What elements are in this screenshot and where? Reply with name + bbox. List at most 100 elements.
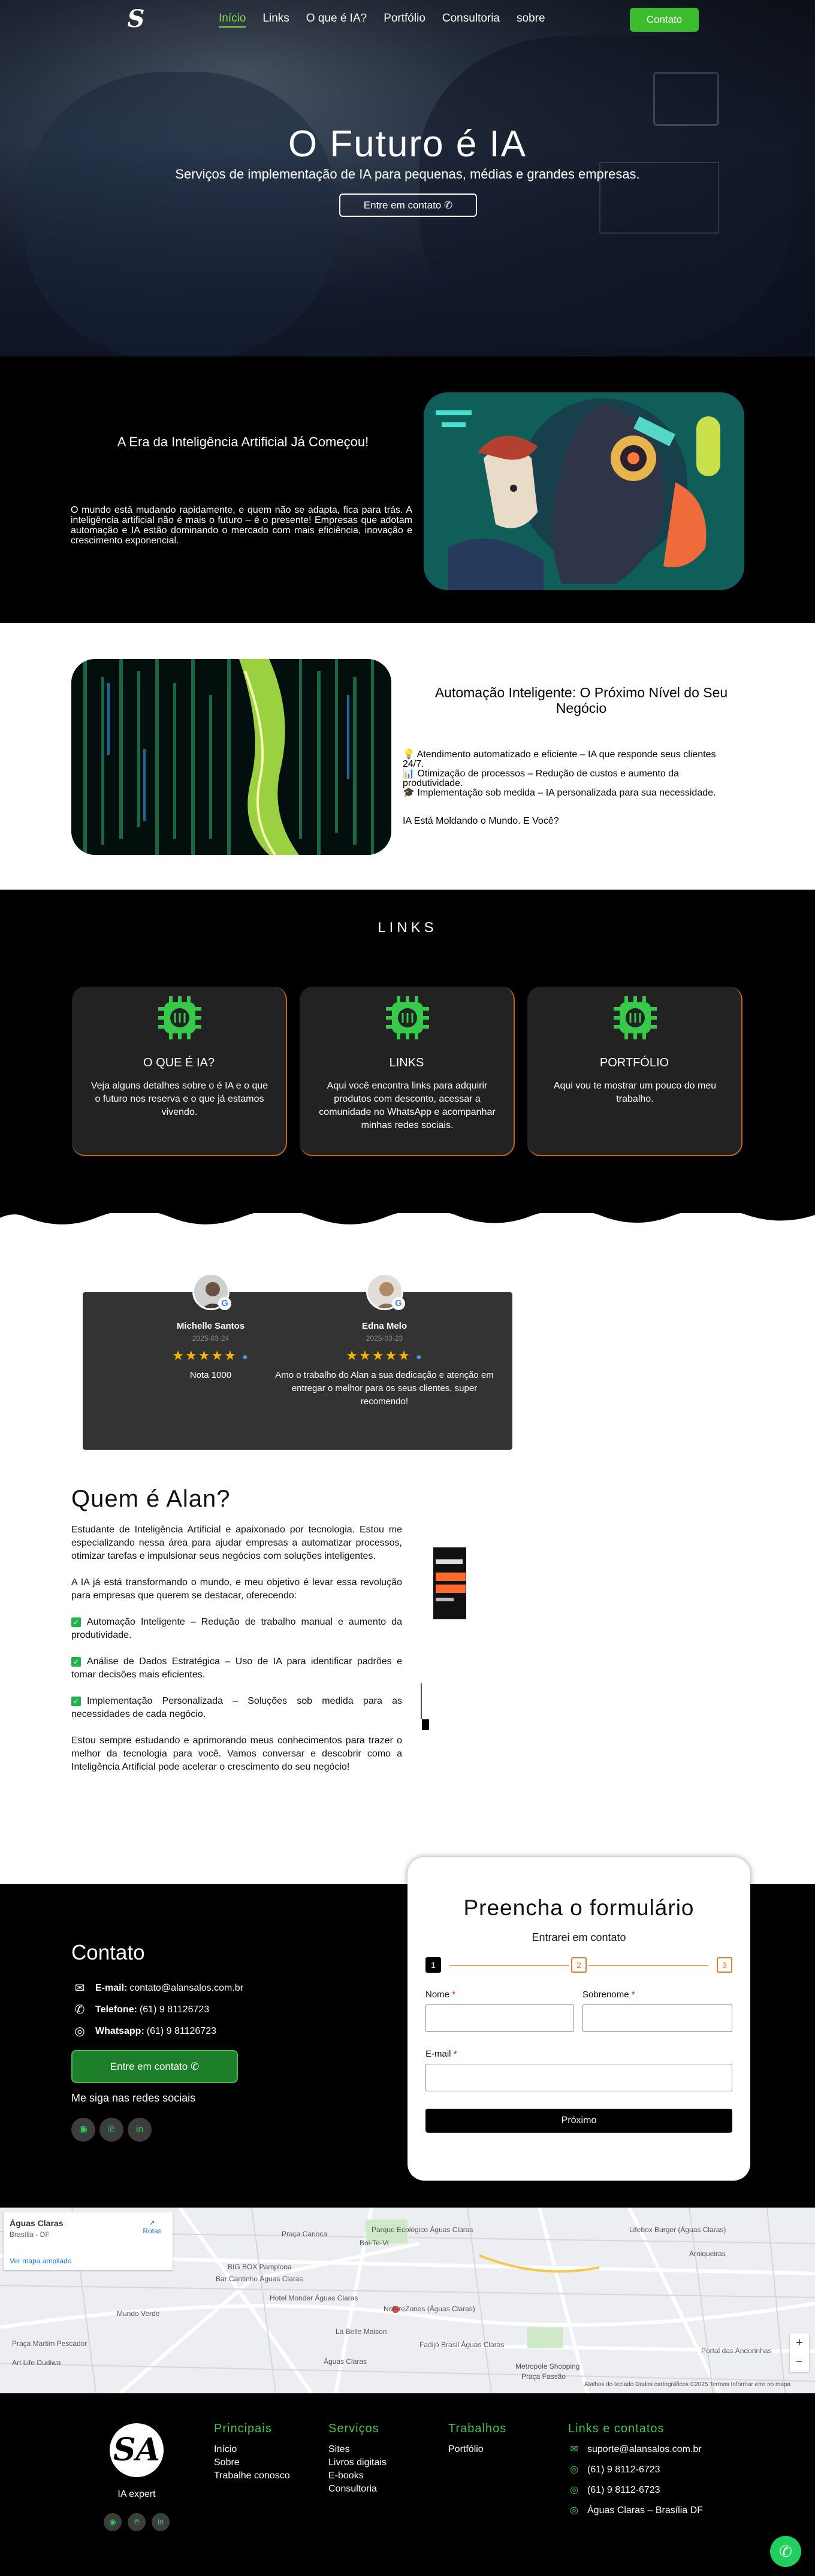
map-place-address: Brasília - DF bbox=[10, 2230, 50, 2239]
site-logo[interactable]: S bbox=[123, 6, 149, 32]
map-directions-button[interactable]: ➚ Rotas bbox=[134, 2218, 170, 2235]
instagram-icon[interactable]: ◉ bbox=[104, 2513, 122, 2531]
nav-link-links[interactable]: Links bbox=[262, 12, 289, 28]
footer-link[interactable]: E-books bbox=[328, 2469, 387, 2483]
contact-value: contato@alansalos.com.br bbox=[129, 1983, 244, 1993]
map-label: Águas Claras bbox=[324, 2357, 367, 2366]
map-embed[interactable]: Praça Carioca Parque Ecológico Águas Cla… bbox=[0, 2208, 815, 2393]
zoom-in-icon[interactable]: + bbox=[790, 2333, 809, 2353]
nav-link-o-que-e-ia[interactable]: O que é IA? bbox=[306, 12, 367, 28]
whatsapp-icon: ◎ bbox=[570, 2505, 578, 2515]
era-text: O mundo está mudando rapidamente, e quem… bbox=[71, 505, 412, 546]
automacao-list: 💡 Atendimento automatizado e eficiente –… bbox=[403, 750, 726, 798]
card-o-que-e-ia[interactable]: O QUE É IA? Veja alguns detalhes sobre o… bbox=[72, 987, 287, 1156]
footer-contact-phone[interactable]: ◎ (61) 9 8112-6723 bbox=[568, 2484, 703, 2497]
form-title: Preencha o formulário bbox=[463, 1895, 695, 1920]
card-portfolio[interactable]: PORTFÓLIO Aqui vou te mostrar um pouco d… bbox=[527, 987, 742, 1156]
footer-link[interactable]: Sites bbox=[328, 2443, 387, 2456]
nav-link-inicio[interactable]: Início bbox=[219, 12, 246, 28]
map-info-box: Águas Claras Brasília - DF ➚ Rotas Ver ma… bbox=[4, 2212, 173, 2270]
check-icon: ✓ bbox=[71, 1697, 81, 1706]
stars-icon: ★★★★★ bbox=[172, 1348, 237, 1363]
footer-contact-address[interactable]: ◎ Águas Claras – Brasília DF bbox=[568, 2504, 703, 2517]
field-label: E-mail bbox=[425, 2049, 451, 2059]
step-3[interactable]: 3 bbox=[717, 1957, 732, 1973]
phone-icon: ✆ bbox=[74, 2003, 85, 2016]
footer-link[interactable]: Consultoria bbox=[328, 2483, 387, 2496]
quem-list-text: Implementação Personalizada – Soluções s… bbox=[71, 1696, 402, 1719]
footer-col-trabalhos: Trabalhos Portfólio bbox=[448, 2422, 506, 2456]
whatsapp-float-button[interactable]: ✆ bbox=[770, 2536, 801, 2567]
zoom-out-icon[interactable]: − bbox=[790, 2353, 809, 2372]
footer-contact-phone[interactable]: ◎ (61) 9 8112-6723 bbox=[568, 2463, 703, 2477]
automacao-item: 🎓 Implementação sob medida – IA personal… bbox=[403, 788, 716, 798]
nav-links: Início Links O que é IA? Portfólio Consu… bbox=[219, 12, 545, 28]
map-zoom-controls[interactable]: + − bbox=[790, 2333, 809, 2372]
automacao-section: Automação Inteligente: O Próximo Nível d… bbox=[0, 623, 815, 890]
mail-icon: ✉ bbox=[74, 1982, 85, 1995]
footer-link[interactable]: Trabalhe conosco bbox=[214, 2469, 290, 2483]
contact-value: (61) 9 81126723 bbox=[139, 2004, 210, 2015]
footer-col-title: Principais bbox=[214, 2422, 272, 2435]
automacao-item: 📊 Otimização de processos – Redução de c… bbox=[403, 769, 680, 788]
review-stars: ★★★★★ ● bbox=[256, 1348, 512, 1363]
linkedin-icon[interactable]: in bbox=[152, 2513, 170, 2531]
contact-button[interactable]: Entre em contato ✆ bbox=[71, 2050, 238, 2083]
decorative-lines bbox=[421, 1683, 429, 1730]
map-label: Lifebox Burger (Águas Claras) bbox=[629, 2226, 726, 2234]
map-label: Praça Fassão bbox=[521, 2372, 566, 2381]
google-icon: G bbox=[392, 1297, 405, 1310]
nav-contato-button[interactable]: Contato bbox=[630, 8, 699, 32]
wave-divider bbox=[0, 1203, 815, 1224]
footer-contact-text: suporte@alansalos.com.br bbox=[587, 2444, 702, 2454]
card-links[interactable]: LINKS Aqui você encontra links para adqu… bbox=[300, 987, 515, 1156]
quem-list-item: ✓ Implementação Personalizada – Soluções … bbox=[71, 1695, 402, 1721]
quem-title: Quem é Alan? bbox=[71, 1486, 231, 1512]
map-label: NoFireZones (Águas Claras) bbox=[384, 2305, 475, 2313]
form-steps: 1 2 3 bbox=[425, 1957, 732, 1974]
nav-link-portfolio[interactable]: Portfólio bbox=[384, 12, 425, 28]
footer-link[interactable]: Portfólio bbox=[448, 2443, 506, 2456]
footer-link[interactable]: Livros digitais bbox=[328, 2456, 387, 2469]
pinterest-icon[interactable]: ℗ bbox=[128, 2513, 146, 2531]
nav-link-consultoria[interactable]: Consultoria bbox=[442, 12, 500, 28]
map-label: Bar Cantinho Águas Claras bbox=[216, 2275, 303, 2283]
footer-contact-email[interactable]: ✉ suporte@alansalos.com.br bbox=[568, 2443, 703, 2456]
contact-whatsapp[interactable]: ◎ Whatsapp: (61) 9 81126723 bbox=[71, 2024, 216, 2039]
quem-paragraph: Estudante de Inteligência Artificial e a… bbox=[71, 1525, 402, 1561]
pinterest-icon[interactable]: ℗ bbox=[99, 2118, 123, 2142]
chip-icon bbox=[386, 996, 429, 1039]
map-larger-link[interactable]: Ver mapa ampliado bbox=[10, 2257, 71, 2265]
map-label: Praça Martim Pescador bbox=[12, 2339, 87, 2348]
reviewer-name: Edna Melo bbox=[361, 1321, 407, 1331]
google-icon: G bbox=[218, 1297, 231, 1310]
hero-contact-button[interactable]: Entre em contato ✆ bbox=[339, 193, 477, 217]
map-label: Parque Ecológico Águas Claras bbox=[372, 2226, 473, 2234]
map-label: Mundo Verde bbox=[117, 2309, 160, 2318]
footer-logo[interactable]: SA bbox=[110, 2423, 164, 2477]
matrix-code-image bbox=[71, 659, 391, 855]
chip-icon bbox=[158, 996, 201, 1039]
top-nav: S Início Links O que é IA? Portfólio Con… bbox=[0, 0, 815, 38]
email-input[interactable] bbox=[425, 2064, 732, 2091]
footer-link[interactable]: Sobre bbox=[214, 2456, 290, 2469]
contact-label: E-mail: bbox=[95, 1983, 128, 1993]
contact-email[interactable]: ✉ E-mail: contato@alansalos.com.br bbox=[71, 1981, 243, 1996]
sobrenome-label: Sobrenome * bbox=[582, 1990, 635, 2000]
nome-input[interactable] bbox=[425, 2004, 574, 2032]
contact-label: Telefone: bbox=[95, 2004, 137, 2015]
footer-link[interactable]: Início bbox=[214, 2443, 290, 2456]
instagram-icon[interactable]: ◉ bbox=[71, 2118, 95, 2142]
ai-robot-illustration bbox=[424, 392, 744, 590]
step-2[interactable]: 2 bbox=[571, 1957, 587, 1973]
linkedin-icon[interactable]: in bbox=[128, 2118, 152, 2142]
nav-link-sobre[interactable]: sobre bbox=[517, 12, 545, 28]
card-title: PORTFÓLIO bbox=[599, 1056, 669, 1069]
contact-phone[interactable]: ✆ Telefone: (61) 9 81126723 bbox=[71, 2003, 210, 2017]
next-button[interactable]: Próximo bbox=[425, 2109, 732, 2133]
sobrenome-input[interactable] bbox=[582, 2004, 732, 2032]
hero-subtitle: Serviços de implementação de IA para peq… bbox=[175, 167, 640, 182]
footer-contact-text: Águas Claras – Brasília DF bbox=[587, 2505, 703, 2515]
step-1[interactable]: 1 bbox=[425, 1957, 441, 1973]
map-label: Fadijó Brasil Águas Claras bbox=[419, 2341, 505, 2349]
